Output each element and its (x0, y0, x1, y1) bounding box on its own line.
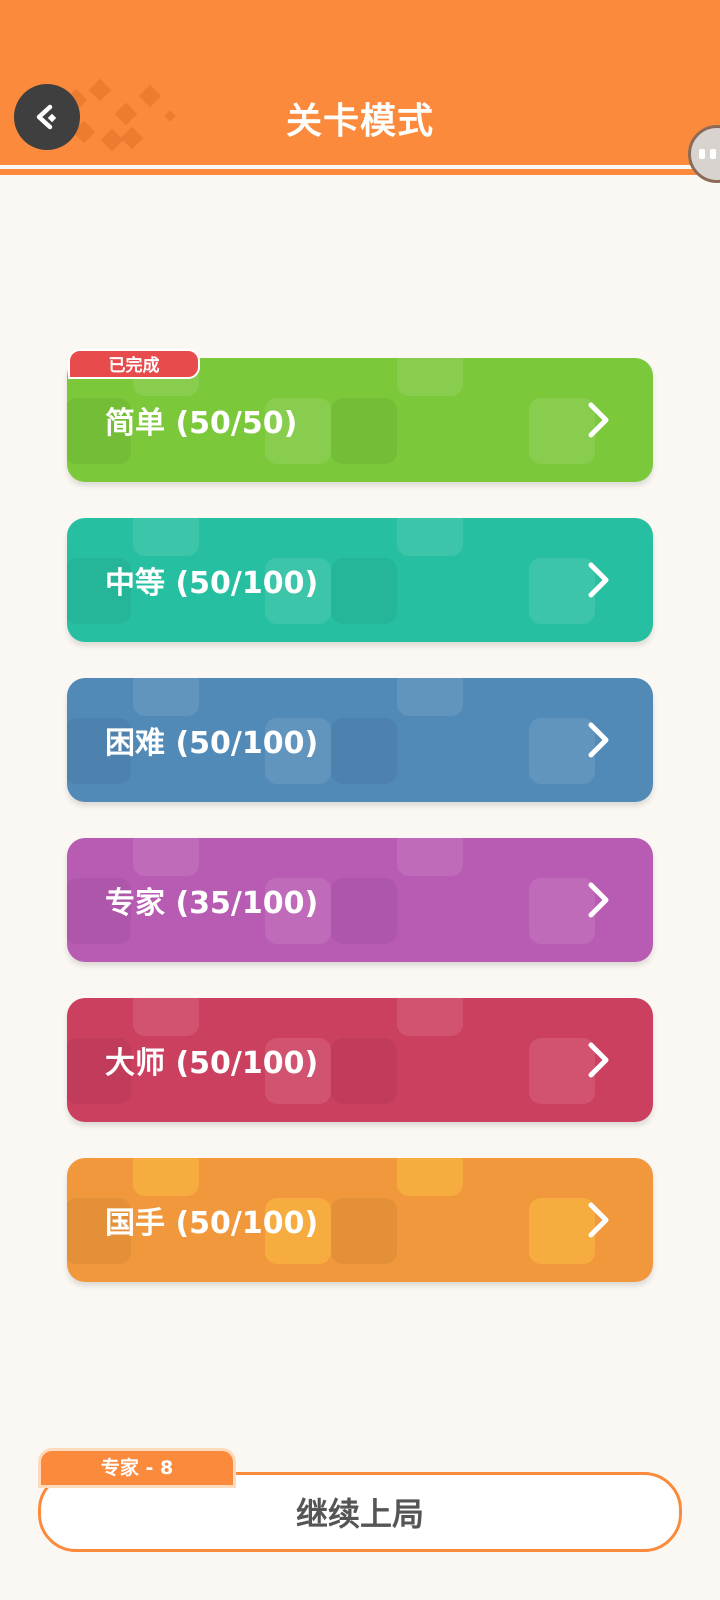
chevron-right-icon (588, 1042, 609, 1078)
chevron-right-icon (588, 882, 609, 918)
level-label: 专家 (35/100) (105, 886, 319, 921)
level-label: 简单 (50/50) (105, 406, 298, 441)
level-button-grandmaster[interactable]: 国手 (50/100) (67, 1158, 653, 1282)
level-button-medium[interactable]: 中等 (50/100) (67, 518, 653, 642)
chevron-right-icon (588, 402, 609, 438)
header-bar: 关卡模式 (0, 0, 720, 165)
completed-badge: 已完成 (68, 349, 200, 379)
avatar-icon (699, 149, 720, 159)
continue-level-tag: 专家 - 8 (38, 1448, 236, 1488)
chevron-right-icon (588, 722, 609, 758)
level-label: 中等 (50/100) (105, 566, 319, 601)
level-button-hard[interactable]: 困难 (50/100) (67, 678, 653, 802)
header-stripe (0, 165, 720, 175)
level-label: 大师 (50/100) (105, 1046, 319, 1081)
chevron-right-icon (588, 562, 609, 598)
level-label: 国手 (50/100) (105, 1206, 319, 1241)
level-button-master[interactable]: 大师 (50/100) (67, 998, 653, 1122)
level-button-expert[interactable]: 专家 (35/100) (67, 838, 653, 962)
continue-button-label: 继续上局 (295, 1495, 424, 1533)
level-label: 困难 (50/100) (105, 726, 319, 761)
chevron-right-icon (588, 1202, 609, 1238)
page-title: 关卡模式 (285, 101, 434, 142)
